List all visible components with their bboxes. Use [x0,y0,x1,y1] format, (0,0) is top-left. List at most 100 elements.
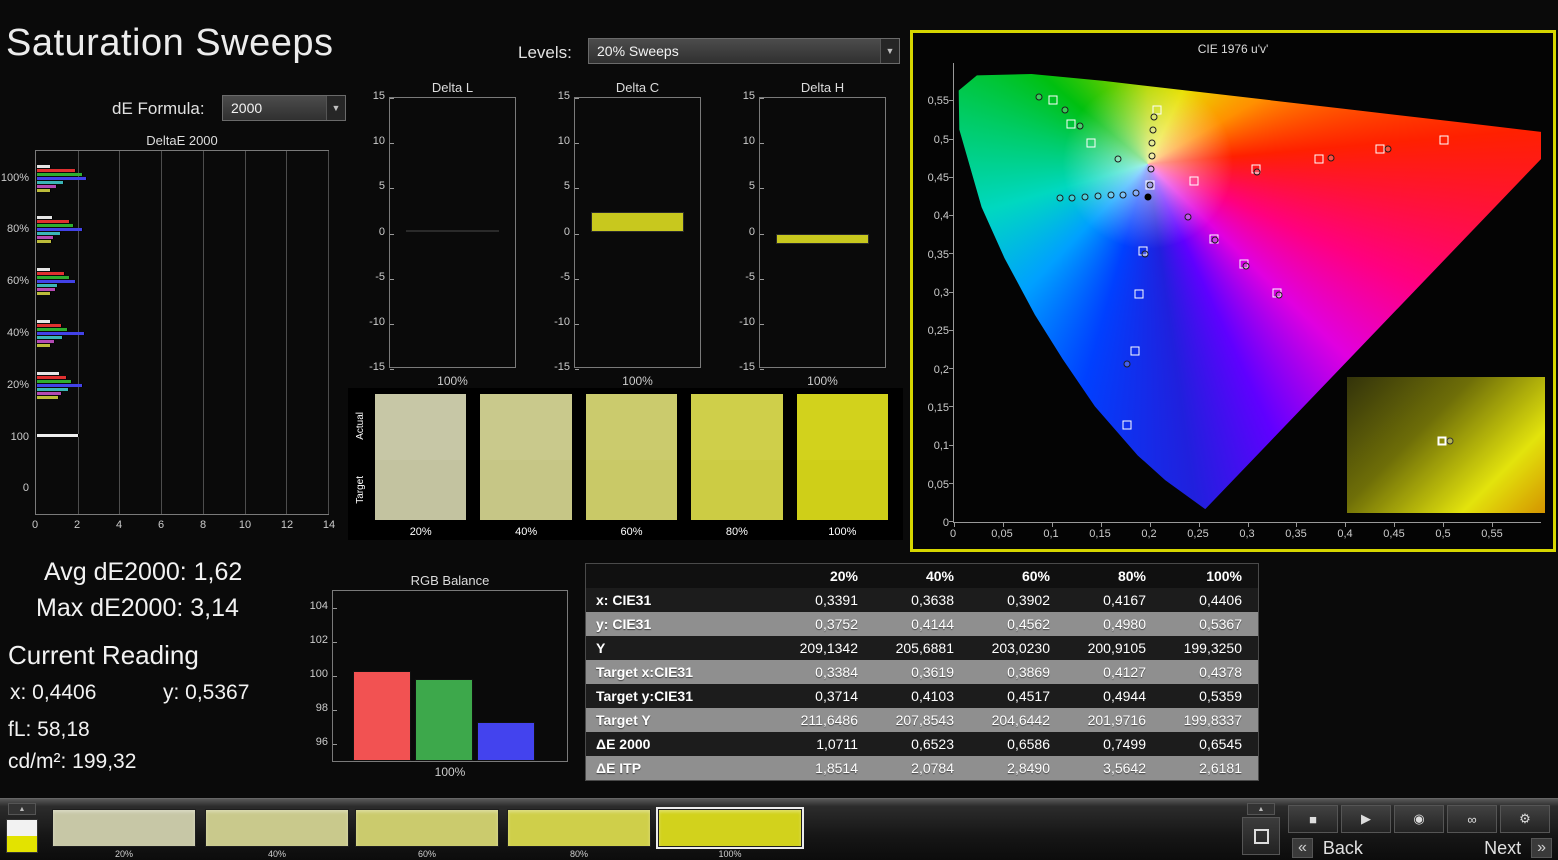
table-cell: 1,0711 [778,732,874,756]
table-cell: 205,6881 [874,636,970,660]
table-cell: 0,5367 [1162,612,1258,636]
de-formula-dropdown[interactable]: 2000 ▼ [222,95,346,121]
deltae-bar [37,240,52,243]
table-cell: 1,8514 [778,756,874,780]
pattern-window-button[interactable] [1242,817,1280,855]
next-button[interactable]: Next » [1424,837,1552,859]
tick-mark [949,406,953,407]
expand-right-button[interactable]: ▲ [1247,803,1275,815]
swatch [480,394,571,520]
tick-mark [1443,523,1444,527]
axis-label: 0,2 [934,364,949,376]
tick-mark [390,188,394,189]
axis-label: 0,5 [1435,528,1450,540]
table-cell: 2,0784 [874,756,970,780]
row-label: Target Y [586,708,778,732]
tick-mark [949,253,953,254]
deltae-bar [37,320,51,323]
cie-diagram-panel: CIE 1976 u'v' 00,050,10,150,20,250,30,35… [910,30,1556,552]
deltae-bar [37,236,54,239]
deltae-bar-group [37,434,328,438]
measured-point [1327,154,1334,161]
table-header: 20% [778,564,874,588]
axis-label: 98 [316,702,328,714]
swatch [691,394,782,520]
saturation-swatch: 20% [375,394,466,540]
stop-icon: ■ [1309,812,1317,827]
swatch-label: 40% [480,520,571,538]
infinity-button[interactable]: ∞ [1447,805,1497,833]
axis-label: 0 [729,226,755,238]
bottom-swatch[interactable]: 80% [507,809,651,859]
axis-label: 0,35 [928,249,949,261]
table-cell: 0,4378 [1162,660,1258,684]
de-formula-label: dE Formula: [112,99,205,119]
axis-label: 0,5 [934,134,949,146]
table-cell: 203,0230 [970,636,1066,660]
expand-left-button[interactable]: ▲ [8,803,36,815]
row-label: ΔE 2000 [586,732,778,756]
axis-label: 100 [11,431,29,443]
measured-point [1254,168,1261,175]
axis-label: -5 [544,271,570,283]
levels-dropdown[interactable]: 20% Sweeps ▼ [588,38,900,64]
tick-mark [333,676,337,677]
reading-fl: fL: 58,18 [8,718,90,742]
table-header [586,564,778,588]
measured-point [1036,93,1043,100]
levels-value: 20% Sweeps [597,43,679,59]
axis-label: 100% [389,374,516,388]
back-button[interactable]: « Back [1292,837,1420,859]
axis-label: 0 [544,226,570,238]
bottom-swatch[interactable]: 100% [658,809,802,859]
record-button[interactable]: ◉ [1394,805,1444,833]
axis-label: 0,2 [1141,528,1156,540]
table-cell: 0,5359 [1162,684,1258,708]
swatch-label: 100% [658,847,802,859]
axis-label: 0 [23,482,29,494]
bottom-swatch[interactable]: 60% [355,809,499,859]
deltae-x-axis: 02468101214 [35,519,329,533]
actual-swatch [480,394,571,460]
swatch-label: 80% [507,847,651,859]
bottom-swatch[interactable]: 40% [205,809,349,859]
max-de2000: Max dE2000: 3,14 [36,594,239,623]
axis-label: 10 [729,135,755,147]
rgb-balance-chart [332,590,568,762]
axis-label: 0,15 [1089,528,1110,540]
delta-c-chart: Delta C151050-5-10-15100% [544,80,704,392]
swatch [375,394,466,520]
stop-button[interactable]: ■ [1288,805,1338,833]
record-icon: ◉ [1413,811,1424,827]
reading-cdm2: cd/m²: 199,32 [8,750,136,774]
deltae-bar [37,380,72,383]
target-square [1123,420,1132,429]
measured-point [1115,155,1122,162]
row-label: Target y:CIE31 [586,684,778,708]
axis-label: 0,05 [991,528,1012,540]
square-icon [1254,829,1269,844]
axis-label: 80% [7,223,29,235]
measurement-table: 20%40%60%80%100%x: CIE310,33910,36380,39… [585,563,1259,781]
gear-button[interactable]: ⚙ [1500,805,1550,833]
saturation-swatch: 60% [586,394,677,540]
bottom-swatch[interactable]: 20% [52,809,196,859]
axis-label: 10 [359,135,385,147]
table-header: 80% [1066,564,1162,588]
reading-x: x: 0,4406 [10,681,96,705]
play-button[interactable]: ▶ [1341,805,1391,833]
measured-point [1069,194,1076,201]
deltae-chart-title: DeltaE 2000 [35,133,329,148]
rgb-y-axis: 1041021009896 [294,590,330,762]
axis-label: 12 [281,519,293,531]
deltae-y-axis: 100%80%60%40%20%1000 [0,150,31,515]
table-cell: 199,3250 [1162,636,1258,660]
measured-point [1148,140,1155,147]
chevron-down-icon: ▼ [880,39,899,63]
measured-point [1385,146,1392,153]
deltae-bar [37,344,51,347]
corner-swatch[interactable] [6,819,38,853]
axis-label: 5 [359,180,385,192]
tick-mark [1003,523,1004,527]
tick-mark [575,279,579,280]
